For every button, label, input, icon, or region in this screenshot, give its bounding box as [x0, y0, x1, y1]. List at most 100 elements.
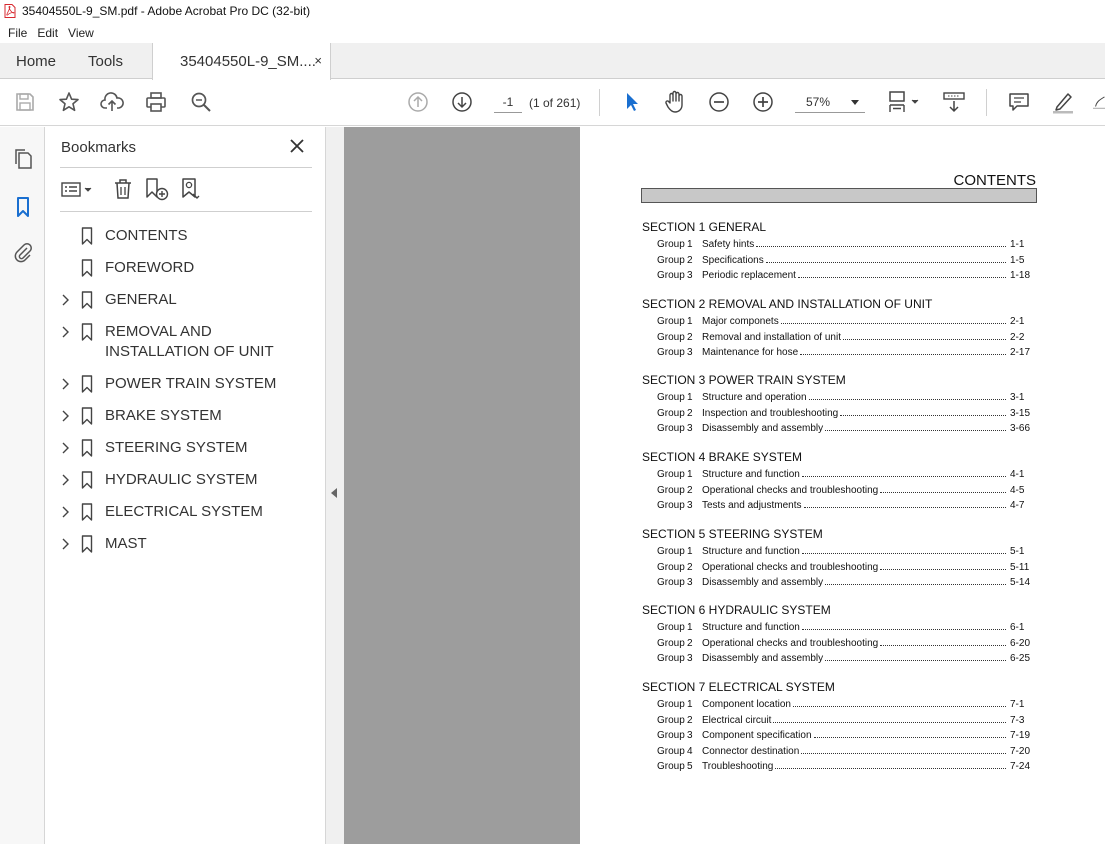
bookmark-item-power-train[interactable]: POWER TRAIN SYSTEM — [46, 368, 326, 400]
panel-collapse-handle[interactable] — [326, 127, 344, 844]
toc-page-ref: 1-5 — [1010, 254, 1025, 266]
chevron-right-icon[interactable] — [58, 406, 72, 426]
bookmark-item-contents[interactable]: CONTENTS — [46, 220, 326, 252]
toc-row[interactable]: Group 3 Component specification 7-19 — [642, 728, 1036, 744]
menu-file[interactable]: File — [8, 26, 27, 40]
chevron-right-icon[interactable] — [58, 322, 72, 342]
zoom-level-select[interactable]: 57% — [795, 91, 865, 113]
pages-thumbnail-icon[interactable] — [11, 147, 35, 171]
star-icon[interactable] — [57, 90, 81, 114]
page-number-input[interactable]: -1 — [494, 91, 522, 113]
select-arrow-icon[interactable] — [619, 90, 643, 114]
toc-group-label: Group — [657, 730, 685, 742]
chevron-right-icon[interactable] — [58, 470, 72, 490]
chevron-right-icon[interactable] — [58, 534, 72, 554]
toc-group-label: Group — [657, 714, 685, 726]
toc-page-ref: 7-3 — [1010, 714, 1025, 726]
toc-section-title: SECTION 7 ELECTRICAL SYSTEM — [642, 680, 835, 694]
fit-page-icon[interactable] — [886, 90, 922, 114]
toc-row[interactable]: Group 2 Inspection and troubleshooting 3-15 — [642, 406, 1036, 422]
close-icon[interactable] — [288, 137, 306, 155]
toc-row[interactable]: Group 2 Specifications 1-5 — [642, 253, 1036, 269]
toc-row[interactable]: Group 1 Component location 7-1 — [642, 697, 1036, 713]
toc-row[interactable]: Group 3 Disassembly and assembly 3-66 — [642, 421, 1036, 437]
toc-page-ref: 7-20 — [1010, 745, 1031, 757]
menu-edit[interactable]: Edit — [37, 26, 58, 40]
toolbar-divider — [599, 89, 600, 116]
paperclip-icon[interactable] — [11, 240, 35, 264]
bookmark-icon — [81, 290, 95, 310]
comment-icon[interactable] — [1007, 90, 1031, 114]
tab-close-button[interactable]: × — [314, 53, 322, 68]
bookmark-item-mast[interactable]: MAST — [46, 528, 326, 560]
chevron-right-icon[interactable] — [58, 438, 72, 458]
chevron-right-icon[interactable] — [58, 290, 72, 310]
page-heading: CONTENTS — [953, 172, 1037, 189]
hand-icon[interactable] — [663, 90, 687, 114]
bookmark-label: GENERAL — [105, 291, 177, 308]
toc-row[interactable]: Group 2 Operational checks and troubleshoo… — [642, 636, 1036, 652]
chevron-right-icon[interactable] — [58, 502, 72, 522]
toc-leader-dots — [808, 399, 1006, 400]
bookmark-icon — [81, 470, 95, 490]
title-bar: 35404550L-9_SM.pdf - Adobe Acrobat Pro D… — [0, 0, 1105, 22]
toc-entry-title: Structure and function — [702, 469, 800, 480]
bookmark-item-hydraulic[interactable]: HYDRAULIC SYSTEM — [46, 464, 326, 496]
toc-row[interactable]: Group 4 Connector destination 7-20 — [642, 744, 1036, 760]
bookmark-label: HYDRAULIC SYSTEM — [105, 471, 258, 488]
toc-row[interactable]: Group 1 Major componets 2-1 — [642, 314, 1036, 330]
tab-document[interactable]: 35404550L-9_SM.... × — [152, 43, 331, 80]
toc-row[interactable]: Group 1 Structure and operation 3-1 — [642, 390, 1036, 406]
tab-tools[interactable]: Tools — [88, 43, 123, 79]
toc-group-number: 1 — [687, 699, 693, 710]
delete-icon[interactable] — [110, 177, 136, 201]
toc-row[interactable]: Group 1 Safety hints 1-1 — [642, 237, 1036, 253]
toc-page-ref: 4-7 — [1010, 500, 1025, 512]
save-icon[interactable] — [13, 90, 37, 114]
scroll-mode-icon[interactable] — [942, 90, 966, 114]
toc-row[interactable]: Group 1 Structure and function 6-1 — [642, 620, 1036, 636]
find-bookmark-icon[interactable] — [180, 177, 206, 201]
bookmark-item-foreword[interactable]: FOREWORD — [46, 252, 326, 284]
options-list-icon[interactable] — [59, 177, 97, 201]
bookmark-item-steering[interactable]: STEERING SYSTEM — [46, 432, 326, 464]
bookmark-label: CONTENTS — [105, 227, 188, 244]
toc-row[interactable]: Group 3 Tests and adjustments 4-7 — [642, 498, 1036, 514]
bookmark-item-removal-installation[interactable]: REMOVAL AND INSTALLATION OF UNIT — [46, 316, 326, 368]
highlight-pen-icon[interactable] — [1051, 90, 1075, 114]
toc-row[interactable]: Group 2 Operational checks and troubleshoo… — [642, 560, 1036, 576]
toc-row[interactable]: Group 3 Periodic replacement 1-18 — [642, 268, 1036, 284]
page-down-icon[interactable] — [450, 90, 474, 114]
toc-group-label: Group — [657, 484, 685, 496]
toc-row[interactable]: Group 3 Disassembly and assembly 6-25 — [642, 651, 1036, 667]
toc-row[interactable]: Group 1 Structure and function 4-1 — [642, 467, 1036, 483]
toc-row[interactable]: Group 3 Disassembly and assembly 5-14 — [642, 575, 1036, 591]
new-bookmark-icon[interactable] — [144, 177, 170, 201]
document-viewport[interactable]: CONTENTS SECTION 1 GENERAL Group 1 Safety h… — [344, 127, 1105, 844]
tab-home[interactable]: Home — [16, 43, 56, 79]
toc-row[interactable]: Group 1 Structure and function 5-1 — [642, 544, 1036, 560]
upload-icon[interactable] — [100, 90, 124, 114]
print-icon[interactable] — [144, 90, 168, 114]
toc-row[interactable]: Group 2 Electrical circuit 7-3 — [642, 713, 1036, 729]
toc-row[interactable]: Group 3 Maintenance for hose 2-17 — [642, 345, 1036, 361]
toc-entry-title: Inspection and troubleshooting — [702, 407, 839, 419]
menu-view[interactable]: View — [68, 26, 94, 40]
zoom-in-icon[interactable] — [751, 90, 775, 114]
chevron-right-icon[interactable] — [58, 374, 72, 394]
bookmark-icon[interactable] — [11, 195, 35, 219]
bookmark-item-general[interactable]: GENERAL — [46, 284, 326, 316]
page-up-icon[interactable] — [406, 90, 430, 114]
toc-leader-dots — [797, 277, 1006, 279]
toc-row[interactable]: Group 2 Operational checks and troubleshoo… — [642, 483, 1036, 499]
toc-leader-dots — [765, 261, 1006, 263]
pdf-page: CONTENTS SECTION 1 GENERAL Group 1 Safety h… — [580, 127, 1105, 844]
bookmark-item-electrical[interactable]: ELECTRICAL SYSTEM — [46, 496, 326, 528]
zoom-out-icon[interactable] — [707, 90, 731, 114]
toc-row[interactable]: Group 2 Removal and installation of unit 2-… — [642, 330, 1036, 346]
toc-leader-dots — [842, 338, 1006, 340]
bookmark-item-brake[interactable]: BRAKE SYSTEM — [46, 400, 326, 432]
draw-icon[interactable] — [1093, 90, 1105, 114]
toc-row[interactable]: Group 5 Troubleshooting 7-24 — [642, 759, 1036, 775]
zoom-search-icon[interactable] — [189, 90, 213, 114]
